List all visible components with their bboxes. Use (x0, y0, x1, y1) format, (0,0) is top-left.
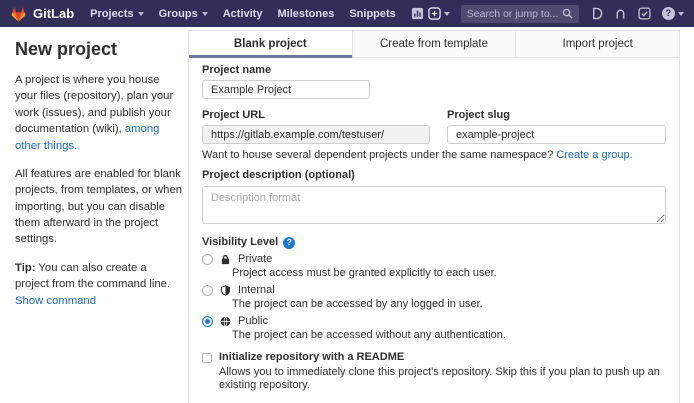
nav-groups[interactable]: Groups (159, 8, 208, 20)
chevron-down-icon (202, 12, 208, 16)
internal-radio[interactable] (202, 285, 213, 296)
visibility-level-label: Visibility Level ? (202, 236, 666, 249)
page-title: New project (15, 39, 183, 60)
nav-projects[interactable]: Projects (90, 8, 143, 20)
project-name-label: Project name (202, 64, 666, 77)
top-navbar: GitLab Projects Groups Activity Mileston… (0, 0, 694, 27)
search-input[interactable] (467, 8, 562, 20)
merge-request-icon (614, 7, 627, 20)
tip-label: Tip: (15, 262, 36, 274)
global-search[interactable] (461, 5, 579, 23)
project-url-label: Project URL (202, 109, 430, 122)
todos-button[interactable] (638, 7, 651, 20)
chevron-down-icon (678, 12, 684, 16)
plus-square-icon (428, 7, 441, 20)
visibility-option-private: Private Project access must be granted e… (202, 253, 666, 280)
brand-name: GitLab (33, 6, 74, 21)
url-slug-row: Project URL Project slug (202, 109, 666, 144)
readme-checkbox[interactable] (202, 353, 212, 363)
internal-label: Internal (238, 284, 275, 297)
private-description: Project access must be granted explicitl… (232, 267, 666, 280)
public-description: The project can be accessed without any … (232, 329, 666, 342)
namespace-hint: Want to house several dependent projects… (202, 149, 666, 162)
nav-projects-label: Projects (90, 8, 133, 20)
nav-activity-label: Activity (223, 8, 263, 20)
sidebar-paragraph-3: Tip: You can also create a project from … (15, 260, 183, 309)
visibility-option-public: Public The project can be accessed witho… (202, 315, 666, 342)
internal-description: The project can be accessed by any logge… (232, 298, 666, 311)
project-slug-input[interactable] (447, 125, 666, 144)
readme-label: Initialize repository with a README (219, 351, 404, 364)
shield-icon (220, 285, 231, 296)
lock-icon (220, 254, 231, 265)
new-project-form: Project name Project URL Project slug Wa… (189, 58, 679, 403)
private-radio[interactable] (202, 254, 213, 265)
merge-requests-button[interactable] (614, 7, 627, 20)
tab-blank-project[interactable]: Blank project (189, 31, 352, 57)
new-project-panel: Blank project Create from template Impor… (188, 30, 680, 403)
gitlab-logo[interactable]: GitLab (10, 6, 74, 22)
search-icon (562, 8, 573, 19)
nav-milestones[interactable]: Milestones (277, 8, 334, 20)
visibility-help-icon[interactable]: ? (283, 237, 295, 249)
public-radio[interactable] (202, 316, 213, 327)
namespace-hint-text: Want to house several dependent projects… (202, 149, 556, 161)
nav-snippets-label: Snippets (349, 8, 395, 20)
help-icon: ? (662, 7, 675, 20)
project-description-textarea[interactable] (202, 186, 666, 224)
new-dropdown-button[interactable] (428, 7, 450, 20)
public-label: Public (238, 315, 268, 328)
help-dropdown-button[interactable]: ? (662, 7, 684, 20)
visibility-level-text: Visibility Level (202, 236, 278, 249)
nav-milestones-label: Milestones (277, 8, 334, 20)
visibility-option-internal: Internal The project can be accessed by … (202, 284, 666, 311)
sidebar-paragraph-1: A project is where you house your files … (15, 72, 183, 154)
private-label: Private (238, 253, 272, 266)
issues-button[interactable] (590, 7, 603, 20)
chevron-down-icon (138, 12, 144, 16)
tab-import-project[interactable]: Import project (515, 31, 679, 57)
project-description-label: Project description (optional) (202, 169, 666, 182)
chevron-down-icon (444, 12, 450, 16)
sidebar-paragraph-2: All features are enabled for blank proje… (15, 166, 183, 248)
create-a-group-link[interactable]: Create a group. (556, 149, 632, 161)
project-type-tabs: Blank project Create from template Impor… (189, 31, 679, 58)
sidebar: New project A project is where you house… (15, 35, 183, 321)
todos-check-icon (638, 7, 651, 20)
tanuki-icon (10, 6, 27, 22)
show-command-link[interactable]: Show command (15, 295, 96, 307)
readme-description: Allows you to immediately clone this pro… (219, 366, 666, 392)
project-url-input[interactable] (202, 125, 430, 144)
nav-activity[interactable]: Activity (223, 8, 263, 20)
project-slug-label: Project slug (447, 109, 666, 122)
nav-groups-label: Groups (159, 8, 198, 20)
readme-option: Initialize repository with a README Allo… (202, 351, 666, 392)
project-name-input[interactable] (202, 80, 370, 99)
bar-chart-icon (411, 7, 424, 20)
nav-menu: Projects Groups Activity Milestones Snip… (90, 7, 424, 20)
globe-icon (220, 316, 231, 327)
nav-snippets[interactable]: Snippets (349, 8, 395, 20)
issues-icon (590, 7, 603, 20)
charts-button[interactable] (411, 7, 424, 20)
tab-create-from-template[interactable]: Create from template (352, 31, 516, 57)
sidebar-p3-text: You can also create a project from the c… (15, 262, 170, 290)
navbar-right: ? (428, 5, 694, 23)
